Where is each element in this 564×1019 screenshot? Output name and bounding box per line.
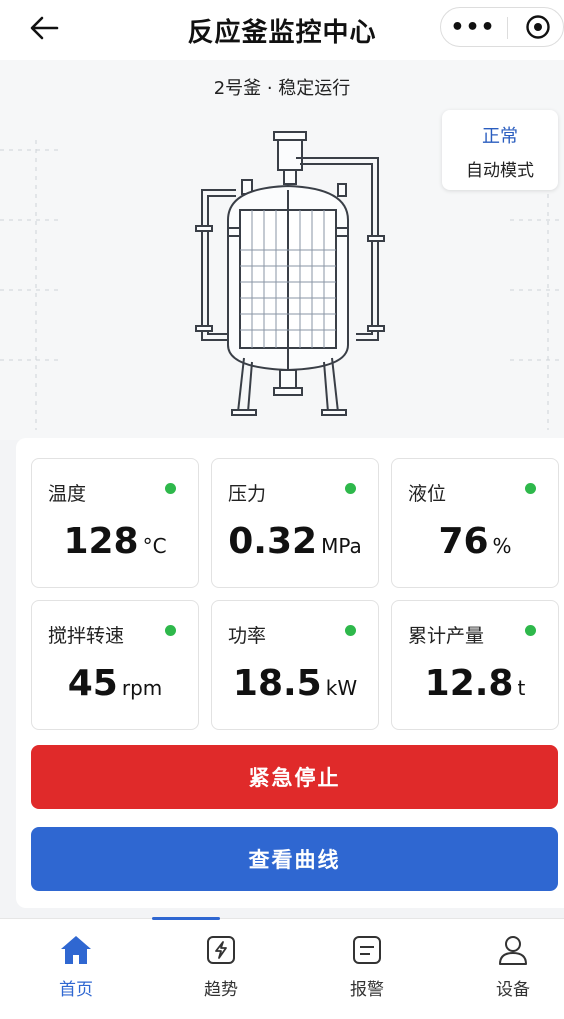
status-card[interactable]: 正常 自动模式 [442, 110, 558, 190]
status-dot-icon [165, 625, 176, 636]
alarm-icon [353, 936, 381, 964]
metric-number: 18.5 [232, 663, 322, 704]
metric-card-pressure[interactable]: 压力 0.32 MPa [211, 458, 379, 588]
metric-unit: kW [325, 676, 358, 700]
metric-label: 液位 [408, 483, 447, 505]
tab-scroll-indicator [152, 917, 220, 920]
tab-device[interactable]: 设备 [463, 931, 563, 1011]
metric-number: 12.8 [424, 663, 514, 704]
tab-home[interactable]: 首页 [26, 931, 126, 1011]
target-icon [526, 15, 550, 39]
metric-unit: MPa [321, 534, 362, 558]
view-curve-button[interactable]: 查看曲线 [31, 827, 558, 891]
bottom-tab-bar: 首页 趋势 报警 设备 [0, 917, 564, 1019]
status-dot-icon [165, 483, 176, 494]
status-dot-icon [345, 483, 356, 494]
mini-program-capsule: ••• [440, 7, 564, 47]
status-dot-icon [525, 625, 536, 636]
metric-unit: rpm [121, 676, 163, 700]
tab-label: 首页 [59, 980, 93, 1000]
metric-number: 0.32 [228, 521, 318, 562]
metric-label: 累计产量 [408, 625, 485, 647]
metric-label: 温度 [48, 483, 87, 505]
metrics-panel: 温度 128 °C 压力 0.32 MPa 液位 76% 搅拌转速 45 rpm 功率… [16, 438, 564, 908]
metric-card-stir-speed[interactable]: 搅拌转速 45 rpm [31, 600, 199, 730]
device-icon [499, 936, 527, 965]
tab-alarm[interactable]: 报警 [317, 931, 417, 1011]
tab-trend[interactable]: 趋势 [171, 931, 271, 1011]
reactor-hero: 2号釜 · 稳定运行 正常 自动模式 [0, 60, 564, 440]
trend-icon [207, 936, 235, 964]
home-icon [61, 936, 91, 964]
metric-unit: °C [142, 534, 167, 558]
metric-label: 搅拌转速 [48, 625, 125, 647]
tab-label: 设备 [496, 980, 530, 1000]
emergency-stop-button[interactable]: 紧急停止 [31, 745, 558, 809]
close-capsule-button[interactable] [513, 8, 563, 46]
metric-number: 128 [63, 521, 139, 562]
metric-value: 45 rpm [32, 663, 198, 704]
capsule-divider [507, 17, 508, 39]
metric-number: 45 [67, 663, 118, 704]
reactor-subtitle: 2号釜 · 稳定运行 [213, 78, 351, 99]
metric-card-temperature[interactable]: 温度 128 °C [31, 458, 199, 588]
tab-label: 报警 [350, 980, 384, 1000]
tab-label: 趋势 [204, 980, 238, 1000]
metric-card-level[interactable]: 液位 76% [391, 458, 559, 588]
metric-value: 76% [392, 521, 558, 562]
metric-label: 功率 [228, 625, 267, 647]
more-dots-icon: ••• [450, 14, 496, 40]
metric-card-power[interactable]: 功率 18.5 kW [211, 600, 379, 730]
status-text: 正常 [482, 126, 518, 147]
metric-card-output[interactable]: 累计产量 12.8 t [391, 600, 559, 730]
status-dot-icon [525, 483, 536, 494]
metric-unit: t [517, 676, 526, 700]
mode-text: 自动模式 [466, 161, 534, 181]
metric-label: 压力 [228, 483, 267, 505]
status-dot-icon [345, 625, 356, 636]
metric-number: 76 [438, 521, 489, 562]
more-button[interactable]: ••• [441, 8, 505, 46]
reactor-vessel-illustration [195, 131, 385, 416]
metric-value: 128 °C [32, 521, 198, 562]
metric-value: 0.32 MPa [212, 521, 378, 562]
metric-unit: % [492, 534, 512, 558]
metric-value: 12.8 t [392, 663, 558, 704]
header-bar: 反应釜监控中心 ••• [0, 0, 564, 60]
metric-value: 18.5 kW [212, 663, 378, 704]
